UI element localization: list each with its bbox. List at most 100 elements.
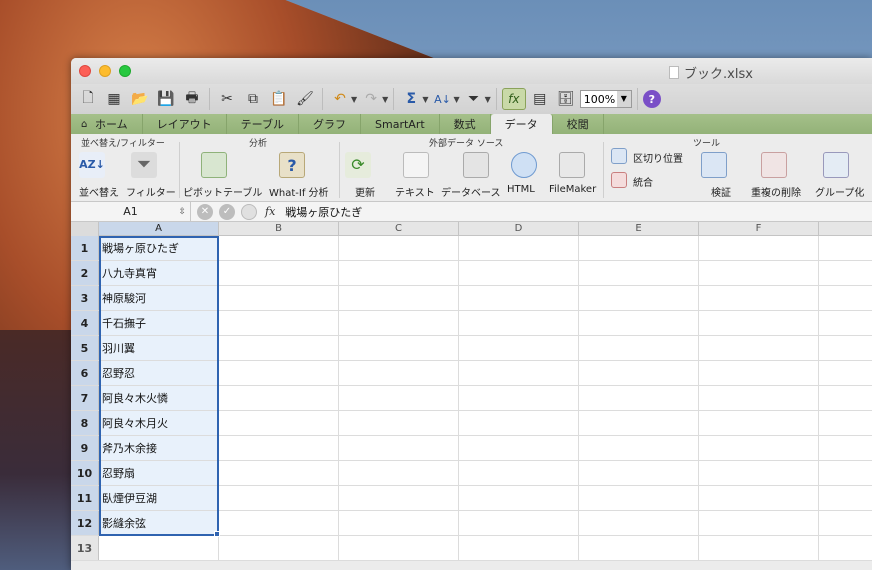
cell[interactable] <box>579 511 699 535</box>
cell[interactable] <box>699 311 819 335</box>
row-header[interactable]: 1 <box>71 236 99 260</box>
cell[interactable] <box>699 361 819 385</box>
cell[interactable] <box>579 536 699 560</box>
remove-duplicates-icon[interactable] <box>761 152 787 178</box>
cell-a[interactable]: 影縫余弦 <box>99 511 219 535</box>
function-icon[interactable] <box>241 203 257 220</box>
cell[interactable] <box>579 361 699 385</box>
toolbox-icon[interactable]: 🗄 <box>554 87 578 111</box>
row-header[interactable]: 10 <box>71 461 99 485</box>
tab-review[interactable]: 校閲 <box>553 114 604 134</box>
cell[interactable] <box>339 236 459 260</box>
cell[interactable] <box>579 336 699 360</box>
sort-icon[interactable]: A↓ <box>430 87 454 111</box>
cell[interactable] <box>339 436 459 460</box>
data-validation-button[interactable]: 検証 <box>711 184 731 199</box>
cell[interactable] <box>339 286 459 310</box>
autosum-icon[interactable]: Σ <box>399 87 423 111</box>
cut-icon[interactable]: ✂ <box>215 87 239 111</box>
cell-a[interactable]: 羽川翼 <box>99 336 219 360</box>
cell[interactable] <box>219 261 339 285</box>
minimize-window-button[interactable] <box>99 65 111 77</box>
cell[interactable] <box>219 486 339 510</box>
fill-handle[interactable] <box>214 531 220 537</box>
cell-a[interactable]: 戦場ヶ原ひたぎ <box>99 236 219 260</box>
database-icon[interactable] <box>463 152 489 178</box>
format-painter-icon[interactable]: 🖌 <box>293 87 317 111</box>
formula-input[interactable]: 戦場ヶ原ひたぎ <box>285 204 362 220</box>
html-import-button[interactable]: HTML <box>507 184 535 195</box>
cell[interactable] <box>339 361 459 385</box>
cell[interactable] <box>219 286 339 310</box>
cell[interactable] <box>339 536 459 560</box>
row-header[interactable]: 8 <box>71 411 99 435</box>
cell[interactable] <box>459 436 579 460</box>
tab-data[interactable]: データ <box>490 114 553 134</box>
filemaker-button[interactable]: FileMaker <box>549 184 596 195</box>
row-header[interactable]: 6 <box>71 361 99 385</box>
name-box-stepper-icon[interactable]: ⇳ <box>178 202 186 222</box>
print-icon[interactable]: 🖶 <box>180 87 204 111</box>
new-document-icon[interactable]: 🗋 <box>76 87 100 111</box>
cell[interactable] <box>579 486 699 510</box>
pivot-table-icon[interactable] <box>201 152 227 178</box>
cell-a[interactable]: 忍野扇 <box>99 461 219 485</box>
row-header[interactable]: 7 <box>71 386 99 410</box>
cell[interactable] <box>579 411 699 435</box>
pivot-table-button[interactable]: ピボットテーブル <box>183 184 262 199</box>
cell[interactable] <box>579 261 699 285</box>
cell[interactable] <box>339 261 459 285</box>
copy-icon[interactable]: ⧉ <box>241 87 265 111</box>
filter-button[interactable]: フィルター <box>126 184 176 199</box>
cell[interactable] <box>339 336 459 360</box>
template-gallery-icon[interactable]: ▦ <box>102 87 126 111</box>
column-header-a[interactable]: A <box>99 222 219 235</box>
tab-tables[interactable]: テーブル <box>227 114 300 134</box>
cell[interactable] <box>219 361 339 385</box>
consolidate-icon[interactable] <box>611 172 627 188</box>
help-icon[interactable]: ? <box>642 90 661 108</box>
text-to-columns-icon[interactable] <box>611 148 627 164</box>
cell[interactable] <box>699 411 819 435</box>
cell[interactable] <box>219 236 339 260</box>
paste-icon[interactable]: 📋 <box>267 87 291 111</box>
cell-a[interactable]: 忍野忍 <box>99 361 219 385</box>
cell[interactable] <box>339 461 459 485</box>
cell[interactable] <box>699 511 819 535</box>
filter-icon[interactable]: ⏷ <box>462 87 486 111</box>
cell[interactable] <box>219 336 339 360</box>
cell[interactable] <box>459 236 579 260</box>
tab-charts[interactable]: グラフ <box>299 114 362 134</box>
cell[interactable] <box>459 361 579 385</box>
redo-dropdown-icon[interactable]: ▼ <box>382 95 388 104</box>
column-header-c[interactable]: C <box>339 222 459 235</box>
cell[interactable] <box>339 311 459 335</box>
column-header-e[interactable]: E <box>579 222 699 235</box>
what-if-analysis-button[interactable]: What-If 分析 <box>269 184 329 199</box>
cell[interactable] <box>219 411 339 435</box>
html-import-icon[interactable] <box>511 152 537 178</box>
cell[interactable] <box>699 486 819 510</box>
filter-dropdown-icon[interactable]: ▼ <box>485 95 491 104</box>
cell[interactable] <box>699 386 819 410</box>
cell[interactable] <box>699 286 819 310</box>
cell[interactable] <box>219 311 339 335</box>
cell[interactable] <box>699 236 819 260</box>
column-header-f[interactable]: F <box>699 222 819 235</box>
cell[interactable] <box>579 436 699 460</box>
name-box[interactable]: A1 ⇳ <box>71 201 191 222</box>
zoom-select[interactable]: 100% ▼ <box>579 90 632 108</box>
tab-formulas[interactable]: 数式 <box>440 114 491 134</box>
row-header[interactable]: 3 <box>71 286 99 310</box>
tab-home[interactable]: ⌂ ホーム <box>71 114 143 134</box>
refresh-icon[interactable]: ⟳ <box>345 152 371 178</box>
close-window-button[interactable] <box>79 65 91 77</box>
row-header[interactable]: 9 <box>71 436 99 460</box>
cell[interactable] <box>699 336 819 360</box>
cell[interactable] <box>579 461 699 485</box>
column-header-b[interactable]: B <box>219 222 339 235</box>
cell[interactable] <box>339 386 459 410</box>
formula-builder-icon[interactable]: fx <box>501 88 526 110</box>
database-button[interactable]: データベース <box>441 184 501 199</box>
cell[interactable] <box>579 311 699 335</box>
